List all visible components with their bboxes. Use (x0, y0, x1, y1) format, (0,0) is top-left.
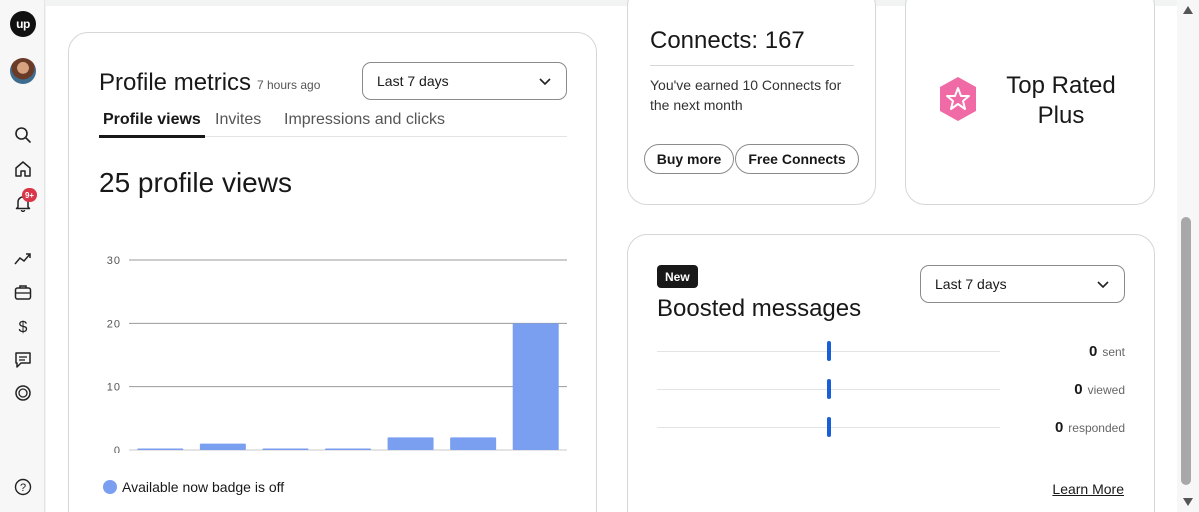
star-badge-icon (940, 77, 976, 121)
scroll-down-arrow-icon[interactable] (1183, 498, 1193, 506)
free-connects-button[interactable]: Free Connects (735, 144, 859, 174)
viewed-marker (827, 379, 831, 399)
boosted-responded-row: 0 responded (657, 417, 1125, 437)
svg-text:?: ? (20, 482, 26, 494)
scroll-thumb[interactable] (1181, 217, 1191, 485)
sent-marker (827, 341, 831, 361)
connects-description: You've earned 10 Connects for the next m… (650, 77, 842, 113)
availability-text: Available now badge is off (122, 479, 285, 495)
chart-bar (325, 448, 371, 450)
divider (650, 65, 854, 66)
help-icon[interactable]: ? (12, 476, 34, 498)
tab-impressions-and-clicks[interactable]: Impressions and clicks (284, 111, 445, 135)
avatar[interactable] (10, 58, 36, 84)
chevron-down-icon (1097, 281, 1109, 289)
boosted-viewed-row: 0 viewed (657, 379, 1125, 399)
responded-marker (827, 417, 831, 437)
boosted-sent-row: 0 sent (657, 341, 1125, 361)
search-icon[interactable] (12, 124, 34, 146)
connects-card: Connects: 167 You've earned 10 Connects … (627, 0, 876, 205)
chart-bar (199, 443, 246, 450)
boosted-messages-title: Boosted messages (657, 295, 862, 322)
y-tick-label: 0 (114, 445, 121, 453)
boosted-range-select-value: Last 7 days (935, 276, 1007, 292)
globe-icon[interactable] (12, 382, 34, 404)
home-icon[interactable] (12, 158, 34, 180)
new-badge: New (657, 265, 698, 288)
profile-metrics-title: Profile metrics (99, 69, 252, 96)
chart-bar (450, 437, 497, 450)
chat-icon[interactable] (12, 349, 34, 371)
connects-title: Connects: 167 (650, 27, 805, 54)
learn-more-link[interactable]: Learn More (1052, 481, 1124, 497)
dollar-icon[interactable]: $ (12, 315, 34, 337)
profile-metrics-card: Profile metrics 7 hours ago Last 7 days … (68, 32, 597, 512)
chart-bar (512, 323, 559, 450)
profile-views-count: 25 profile views (99, 167, 292, 198)
chart-bar (137, 448, 184, 450)
buy-more-button[interactable]: Buy more (644, 144, 734, 174)
availability-dot (103, 480, 117, 494)
boosted-range-select[interactable]: Last 7 days (920, 265, 1125, 303)
y-tick-label: 20 (107, 318, 121, 330)
boosted-messages-card: New Boosted messages Last 7 days 0 sent 0… (627, 234, 1155, 512)
briefcase-icon[interactable] (12, 281, 34, 303)
notification-badge: 9+ (22, 188, 37, 202)
chevron-down-icon (539, 78, 551, 86)
svg-text:$: $ (19, 319, 28, 335)
trend-icon[interactable] (12, 248, 34, 270)
y-tick-label: 30 (107, 255, 121, 267)
left-navigation-rail: up 9+ $ ? (0, 0, 45, 512)
metrics-tabs: Profile views Invites Impressions and cl… (99, 107, 567, 138)
sent-value: 0 sent (1088, 343, 1125, 360)
updated-timestamp: 7 hours ago (257, 78, 321, 92)
responded-value: 0 responded (1054, 419, 1125, 436)
upwork-logo[interactable]: up (10, 11, 36, 37)
y-tick-label: 10 (107, 382, 121, 394)
viewed-value: 0 viewed (1074, 381, 1125, 398)
availability-legend: Available now badge is off (103, 479, 284, 495)
range-select-value: Last 7 days (377, 73, 449, 89)
scrollbar[interactable] (1177, 0, 1199, 512)
top-rated-label: Top Rated Plus (1006, 72, 1116, 129)
chart-bar (387, 437, 434, 450)
scroll-up-arrow-icon[interactable] (1183, 6, 1193, 14)
top-rated-card: Top Rated Plus (905, 0, 1155, 205)
chart-bar (262, 448, 309, 450)
tab-profile-views[interactable]: Profile views (99, 111, 205, 138)
tab-invites[interactable]: Invites (215, 111, 261, 135)
range-select[interactable]: Last 7 days (362, 62, 567, 100)
profile-views-chart: 0102030Aug 21Aug 22Aug 23Aug 24Aug 25Aug… (107, 255, 567, 453)
